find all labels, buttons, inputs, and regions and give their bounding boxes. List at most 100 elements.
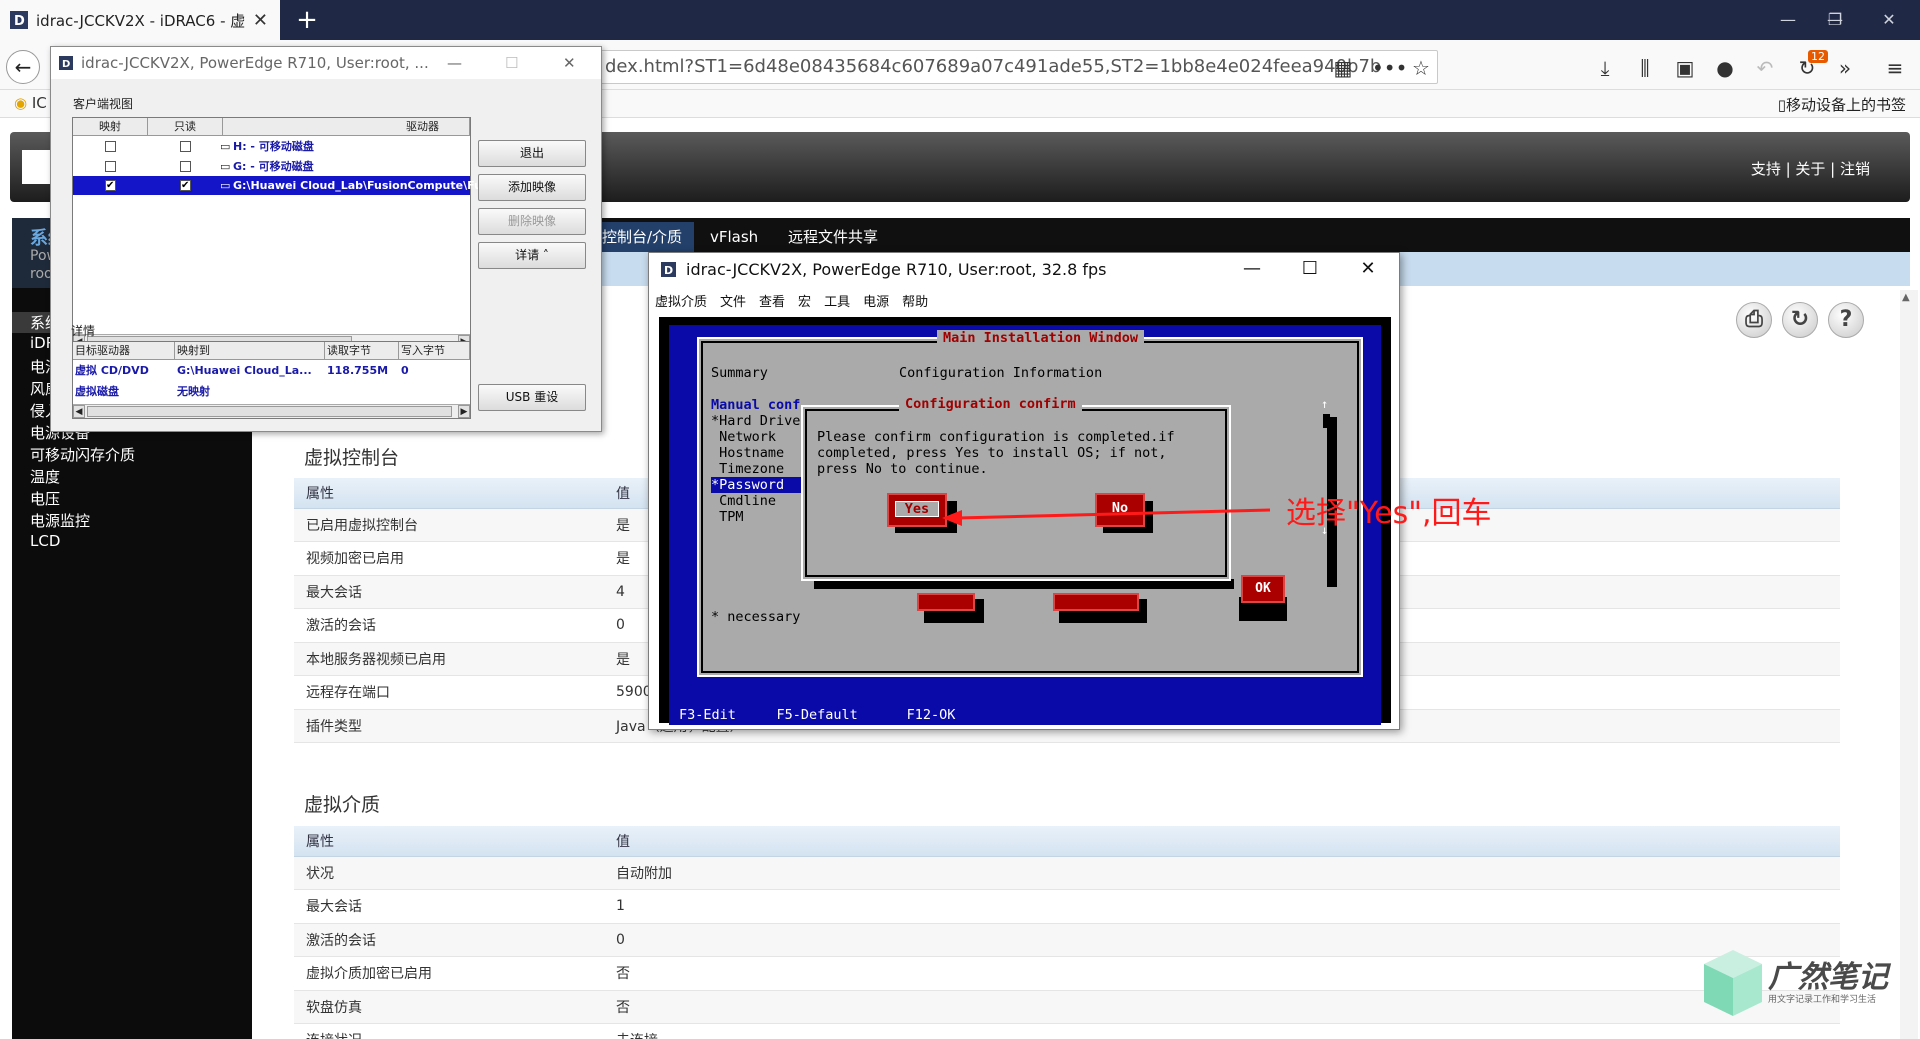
details-button[interactable]: 详请 ˄ — [478, 242, 586, 269]
detail-cell: G:\Huawei Cloud_La... — [177, 364, 312, 377]
page-actions-icon[interactable]: ••• — [1372, 54, 1407, 82]
kvm-menu-item[interactable]: 工具 — [824, 295, 850, 310]
kvm-menu-item[interactable]: 查看 — [759, 295, 785, 310]
property-value: 0 — [604, 923, 1840, 957]
drive-row[interactable]: ▭G:\Huawei Cloud_Lab\FusionCompute\Fu — [73, 176, 482, 195]
extension-icon[interactable]: ● — [1712, 54, 1738, 82]
column-header: 写入字节 — [399, 342, 470, 360]
table-row: 软盘仿真否 — [294, 990, 1840, 1024]
download-icon[interactable]: ⤓ — [1592, 54, 1618, 82]
sidebar-item[interactable]: 电压 — [30, 488, 60, 509]
browser-restore-icon[interactable]: ❐ — [1812, 0, 1858, 40]
bookmark-star-icon[interactable]: ☆ — [1408, 54, 1434, 82]
new-tab-button[interactable]: + — [290, 4, 324, 36]
browser-close-icon[interactable]: ✕ — [1866, 0, 1912, 40]
tab-console-media[interactable]: 控制台/介质 — [590, 222, 695, 252]
close-tab-icon[interactable]: ✕ — [253, 10, 268, 31]
bookmark-favicon-icon: ◉ — [14, 94, 28, 112]
print-icon[interactable]: ⎙ — [1736, 302, 1772, 338]
drive-icon: ▭ — [220, 159, 231, 173]
vm-minimize-icon[interactable]: — — [447, 54, 462, 72]
kvm-menu-item[interactable]: 虚拟介质 — [655, 295, 707, 310]
menu-icon[interactable]: ≡ — [1882, 54, 1908, 82]
installer-menu-item[interactable]: Network — [711, 429, 811, 445]
column-header: 目标驱动器 — [73, 342, 175, 360]
ok-button[interactable]: OK — [1241, 575, 1285, 603]
usb-reset-button[interactable]: USB 重设 — [478, 384, 586, 411]
kvm-close-icon[interactable]: ✕ — [1339, 253, 1397, 285]
sidebar-item[interactable]: 温度 — [30, 466, 60, 487]
scroll-up-icon[interactable]: ▲ — [1902, 292, 1910, 303]
mapped-checkbox[interactable] — [105, 141, 116, 152]
header-links[interactable]: 支持 | 关于 | 注销 — [1751, 158, 1870, 179]
vm-close-icon[interactable]: ✕ — [563, 54, 576, 72]
installer-menu-item[interactable]: Manual conf — [711, 397, 811, 413]
readonly-checkbox[interactable] — [180, 141, 191, 152]
kvm-menu-item[interactable]: 帮助 — [902, 295, 928, 310]
help-icon[interactable]: ? — [1828, 302, 1864, 338]
undo-icon[interactable]: ↶ — [1752, 54, 1778, 82]
installer-menu-item[interactable]: Timezone — [711, 461, 811, 477]
back-icon[interactable]: ← — [6, 50, 40, 84]
installer-menu-item[interactable]: *Hard Drive — [711, 413, 811, 429]
vm-dialog-titlebar[interactable]: D idrac-JCCKV2X, PowerEdge R710, User:ro… — [51, 47, 601, 79]
refresh-icon[interactable]: ↻ — [1782, 302, 1818, 338]
tab-vflash[interactable]: vFlash — [698, 222, 770, 252]
kvm-menu-item[interactable]: 文件 — [720, 295, 746, 310]
remove-image-button[interactable]: 删除映像 — [478, 208, 586, 235]
yes-button-label: Yes — [895, 501, 939, 517]
library-icon[interactable]: ⫼ — [1632, 54, 1658, 82]
scroll-right-icon[interactable]: ▶ — [458, 405, 470, 418]
details-scrollbar[interactable]: ◀ ▶ — [73, 404, 470, 418]
installer-menu-item[interactable]: TPM — [711, 509, 811, 525]
tab-remote-file-share[interactable]: 远程文件共享 — [776, 222, 890, 252]
scroll-thumb[interactable] — [87, 406, 452, 417]
mapped-checkbox[interactable] — [105, 176, 116, 195]
scroll-left-icon[interactable]: ◀ — [73, 405, 85, 418]
mobile-bookmarks[interactable]: ▯移动设备上的书签 — [1778, 94, 1906, 115]
property-name: 状况 — [294, 856, 604, 890]
drive-icon: ▭ — [220, 179, 231, 192]
detail-row: 虚拟磁盘 无映射 — [73, 382, 470, 401]
kvm-maximize-icon[interactable]: ☐ — [1281, 253, 1339, 285]
add-image-button[interactable]: 添加映像 — [478, 174, 586, 201]
property-name: 本地服务器视频已启用 — [294, 642, 604, 676]
property-name: 插件类型 — [294, 709, 604, 743]
browser-minimize-icon[interactable]: — — [1765, 0, 1811, 40]
virtual-media-table: 属性 值 状况自动附加最大会话1激活的会话0虚拟介质加密已启用否软盘仿真否连接状… — [294, 826, 1840, 1039]
exit-button[interactable]: 退出 — [478, 140, 586, 167]
drive-row[interactable]: ▭ H: - 可移动磁盘 — [73, 137, 470, 156]
installer-menu-item[interactable]: *Password — [711, 477, 811, 493]
kvm-menu-item[interactable]: 宏 — [798, 295, 811, 310]
installer-menu-item[interactable]: Cmdline — [711, 493, 811, 509]
table-row: 状况 自动附加 — [294, 856, 1840, 890]
installer-menu-item[interactable]: Hostname — [711, 445, 811, 461]
watermark-subtitle: 用文字记录工作和学习生活 — [1768, 995, 1877, 1005]
yes-button[interactable]: Yes — [887, 493, 947, 527]
readonly-checkbox[interactable] — [180, 176, 191, 195]
kvm-minimize-icon[interactable]: — — [1223, 253, 1281, 285]
overflow-icon[interactable]: » — [1832, 54, 1858, 82]
mapped-checkbox[interactable] — [105, 160, 116, 172]
qr-code-icon[interactable]: ▦ — [1330, 54, 1356, 82]
sidebar-icon[interactable]: ▣ — [1672, 54, 1698, 82]
browser-tab[interactable]: D idrac-JCCKV2X - iDRAC6 - 虚 ✕ — [0, 0, 280, 40]
detail-cell: 无映射 — [177, 385, 210, 398]
table-row: 连接状况未连接 — [294, 1023, 1840, 1039]
column-header: 映射到 — [175, 342, 325, 360]
bookmark-item[interactable]: ◉ IC — [14, 94, 47, 112]
readonly-checkbox[interactable] — [180, 160, 191, 172]
column-header: 驱动器 — [223, 118, 470, 136]
vm-dialog-title: idrac-JCCKV2X, PowerEdge R710, User:root… — [81, 54, 429, 72]
url-bar[interactable]: dex.html?ST1=6d48e08435684c607689a07c491… — [598, 50, 1438, 84]
property-name: 激活的会话 — [294, 923, 604, 957]
java-app-icon: D — [661, 261, 676, 277]
page-scrollbar[interactable] — [1900, 290, 1918, 1039]
dell-logo — [22, 150, 50, 184]
sidebar-item[interactable]: 可移动闪存介质 — [30, 444, 135, 465]
vm-maximize-icon[interactable]: ☐ — [505, 54, 518, 72]
sidebar-item[interactable]: LCD — [30, 532, 60, 550]
sidebar-item[interactable]: 电源监控 — [30, 510, 90, 531]
kvm-menu-item[interactable]: 电源 — [863, 295, 889, 310]
drive-row[interactable]: ▭ G: - 可移动磁盘 — [73, 157, 470, 176]
